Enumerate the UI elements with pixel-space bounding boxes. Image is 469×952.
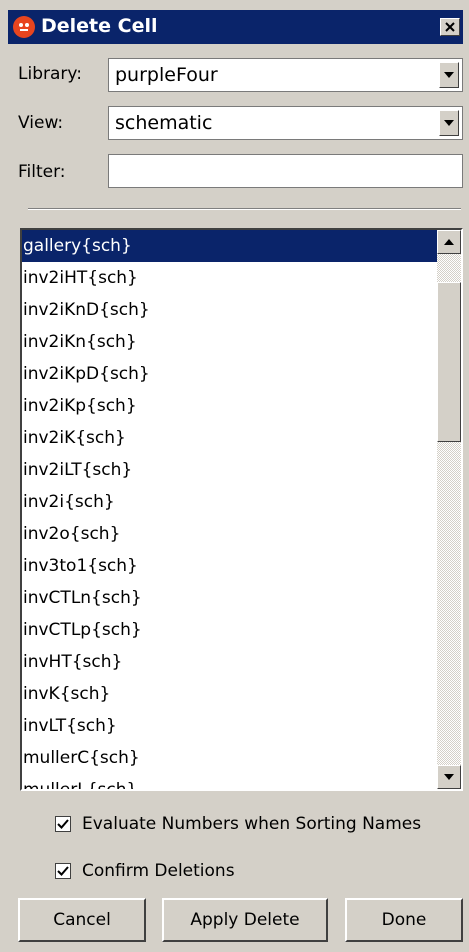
view-dropdown-button[interactable]: [439, 110, 459, 136]
close-button[interactable]: [440, 18, 460, 36]
list-item[interactable]: gallery{sch}: [22, 230, 438, 262]
view-label: View:: [18, 113, 64, 133]
list-item[interactable]: inv2iKp{sch}: [22, 390, 438, 422]
checkmark-icon: [57, 866, 69, 876]
list-item[interactable]: invHT{sch}: [22, 646, 438, 678]
library-value: purpleFour: [115, 64, 218, 86]
list-item[interactable]: mullerC{sch}: [22, 742, 438, 774]
list-item[interactable]: inv2iKn{sch}: [22, 326, 438, 358]
title-bar: Delete Cell: [8, 10, 463, 44]
filter-label: Filter:: [18, 162, 66, 182]
confirm-deletions-checkbox[interactable]: [55, 863, 71, 879]
list-item[interactable]: inv2iHT{sch}: [22, 262, 438, 294]
library-select[interactable]: purpleFour: [108, 58, 463, 92]
confirm-deletions-label: Confirm Deletions: [82, 861, 235, 881]
evaluate-numbers-checkbox[interactable]: [55, 816, 71, 832]
evaluate-numbers-label: Evaluate Numbers when Sorting Names: [82, 814, 422, 834]
chevron-down-icon: [444, 72, 454, 78]
view-select[interactable]: schematic: [108, 106, 463, 140]
window-title: Delete Cell: [41, 15, 158, 37]
list-item[interactable]: invCTLn{sch}: [22, 582, 438, 614]
cell-listbox[interactable]: gallery{sch} inv2iHT{sch} inv2iKnD{sch} inv…: [20, 228, 463, 791]
list-item[interactable]: mullerL{sch}: [22, 774, 438, 789]
list-item[interactable]: inv2iK{sch}: [22, 422, 438, 454]
scroll-up-button[interactable]: [437, 230, 461, 254]
chevron-down-icon: [444, 120, 454, 126]
scroll-down-button[interactable]: [437, 765, 461, 789]
cancel-button[interactable]: Cancel: [18, 898, 146, 942]
close-icon: [445, 22, 455, 32]
checkmark-icon: [57, 819, 69, 829]
cell-list[interactable]: gallery{sch} inv2iHT{sch} inv2iKnD{sch} inv…: [22, 230, 438, 789]
done-button[interactable]: Done: [345, 898, 463, 942]
list-item[interactable]: inv2iKnD{sch}: [22, 294, 438, 326]
scroll-thumb[interactable]: [437, 282, 461, 442]
library-dropdown-button[interactable]: [439, 62, 459, 88]
library-label: Library:: [18, 64, 82, 84]
filter-input[interactable]: [108, 154, 463, 188]
vertical-scrollbar[interactable]: [437, 230, 461, 789]
list-item[interactable]: invK{sch}: [22, 678, 438, 710]
list-item[interactable]: inv2i{sch}: [22, 486, 438, 518]
list-item[interactable]: inv2iKpD{sch}: [22, 358, 438, 390]
list-item[interactable]: inv2o{sch}: [22, 518, 438, 550]
apply-delete-button[interactable]: Apply Delete: [162, 898, 328, 942]
separator: [28, 208, 461, 210]
list-item[interactable]: invCTLp{sch}: [22, 614, 438, 646]
list-item[interactable]: invLT{sch}: [22, 710, 438, 742]
arrow-up-icon: [444, 239, 454, 245]
list-item[interactable]: inv2iLT{sch}: [22, 454, 438, 486]
app-icon: [13, 16, 35, 38]
arrow-down-icon: [444, 774, 454, 780]
view-value: schematic: [115, 112, 213, 134]
list-item[interactable]: inv3to1{sch}: [22, 550, 438, 582]
